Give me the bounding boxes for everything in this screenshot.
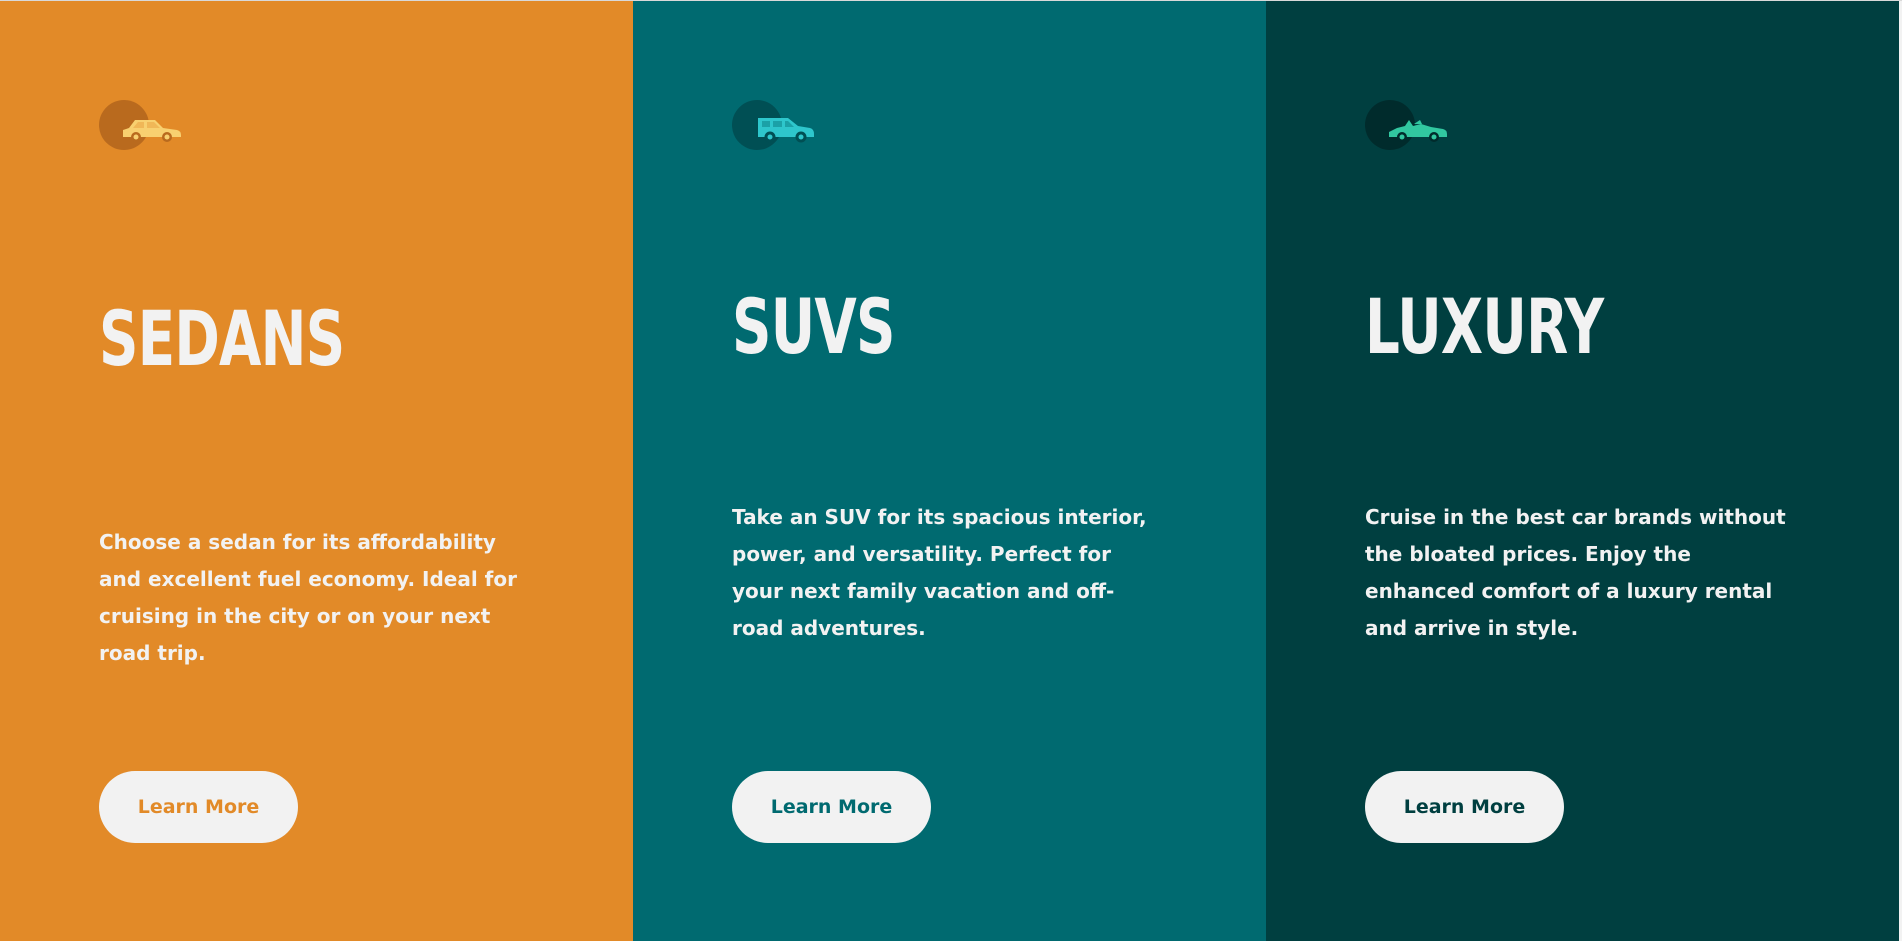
product-preview-cards: SEDANS Choose a sedan for its affordabil… [0,0,1902,941]
card-sedans: SEDANS Choose a sedan for its affordabil… [0,1,633,941]
suv-icon-badge [732,100,822,152]
card-description: Take an SUV for its spacious interior, p… [732,505,1147,640]
luxury-car-icon [1389,120,1447,142]
card-description: Cruise in the best car brands without th… [1365,505,1786,640]
sedan-icon-badge [99,100,189,152]
learn-more-button[interactable]: Learn More [99,771,298,843]
learn-more-button[interactable]: Learn More [732,771,931,843]
card-description: Choose a sedan for its affordability and… [99,530,517,665]
card-suvs: SUVS Take an SUV for its spacious interi… [633,1,1266,941]
suv-icon [758,118,814,143]
card-title: SUVS [732,282,895,371]
sedan-icon [123,120,181,142]
luxury-car-icon-badge [1365,100,1455,152]
card-luxury: LUXURY Cruise in the best car brands wit… [1266,1,1899,941]
card-title: LUXURY [1365,282,1604,371]
learn-more-button[interactable]: Learn More [1365,771,1564,843]
card-title: SEDANS [99,294,345,383]
